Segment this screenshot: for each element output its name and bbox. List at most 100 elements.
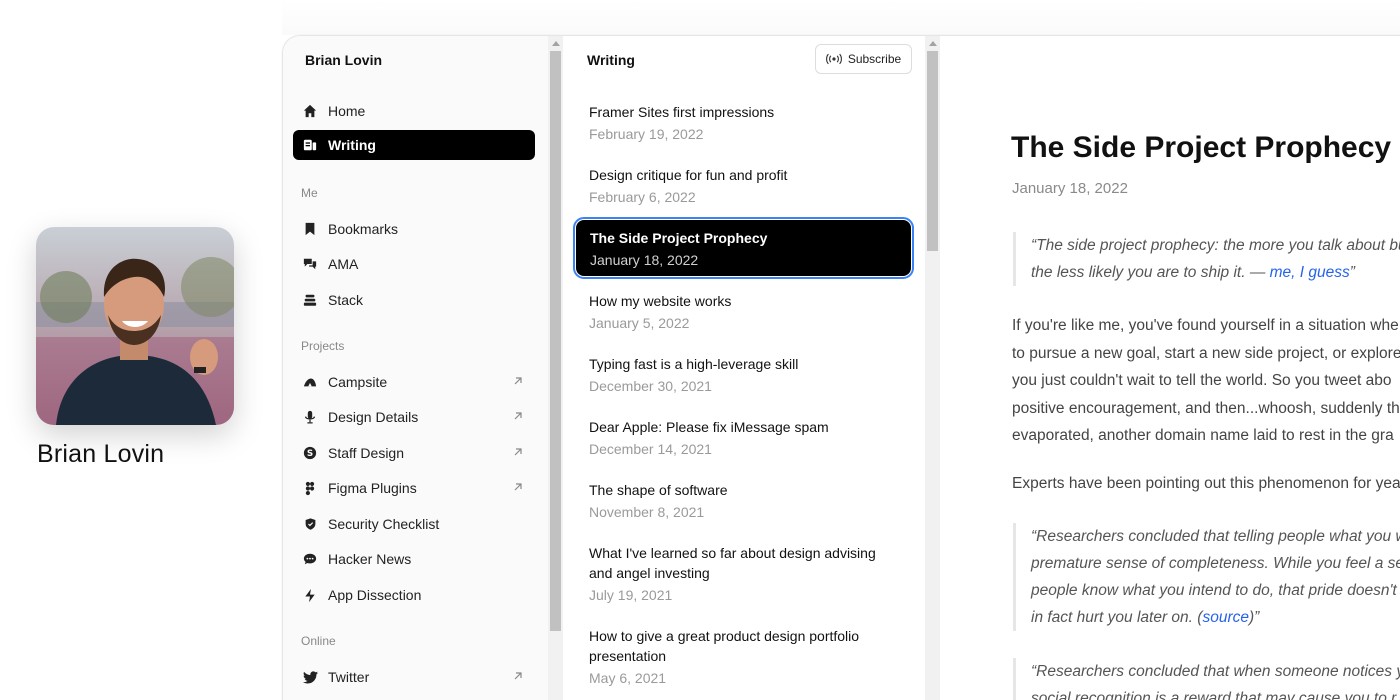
post-date: January 5, 2022 (589, 315, 690, 331)
list-item[interactable]: How my website works January 5, 2022 (575, 283, 912, 339)
list-item[interactable]: Framer Sites first impressions February … (575, 94, 912, 150)
sidebar-title: Brian Lovin (305, 52, 383, 68)
quote-line: social recognition is a reward that may … (1031, 690, 1397, 700)
paragraph: If you're like me, you've found yourself… (1012, 312, 1400, 450)
quote-line: premature sense of completeness. While y… (1031, 555, 1400, 572)
staff-design-icon: S (301, 444, 319, 462)
quote-link[interactable]: me, I guess (1270, 264, 1350, 281)
list-item[interactable]: Typing fast is a high-leverage skill Dec… (575, 346, 912, 402)
chat-bubbles-icon (301, 255, 319, 273)
quote-line: people know what you intend to do, that … (1031, 582, 1397, 599)
writing-list: Writing Subscribe Framer Sites first imp… (563, 36, 925, 700)
post-title: Design critique for fun and profit (589, 167, 788, 183)
sidebar-item-hacker-news[interactable]: Hacker News (293, 544, 535, 574)
scroll-up-arrow-icon[interactable] (551, 41, 560, 46)
post-date: February 6, 2022 (589, 189, 696, 205)
sidebar-item-label: AMA (328, 256, 359, 272)
sidebar-scrollbar-thumb[interactable] (550, 51, 561, 631)
sidebar-section-me: Me (301, 186, 318, 200)
sidebar-item-label: Security Checklist (328, 516, 440, 532)
sidebar-item-label: Design Details (328, 409, 419, 425)
paragraph-line: to pursue a new goal, start a new side p… (1012, 344, 1400, 362)
list-item-active[interactable]: The Side Project Prophecy January 18, 20… (573, 217, 914, 279)
sidebar: Brian Lovin Home Writing Me Bookmarks AM (283, 36, 548, 700)
sidebar-item-staff-design[interactable]: S Staff Design (293, 438, 535, 468)
list-item[interactable]: What I've learned so far about design ad… (575, 535, 912, 611)
sidebar-item-label: Stack (328, 292, 364, 308)
list-item[interactable]: Dear Apple: Please fix iMessage spam Dec… (575, 409, 912, 465)
scroll-up-arrow-icon[interactable] (928, 41, 937, 46)
quote-text: )” (1248, 609, 1260, 626)
paragraph-line: you just couldn't wait to tell the world… (1012, 372, 1392, 389)
article: The Side Project Prophecy January 18, 20… (941, 36, 1400, 700)
external-link-icon (514, 412, 522, 420)
twitter-icon (301, 668, 319, 686)
quote-line: “Researchers concluded that telling peop… (1031, 528, 1400, 545)
external-link-icon (514, 377, 522, 385)
sidebar-item-bookmarks[interactable]: Bookmarks (293, 214, 535, 244)
sidebar-item-figma-plugins[interactable]: Figma Plugins (293, 473, 535, 503)
sidebar-item-security-checklist[interactable]: Security Checklist (293, 509, 535, 539)
blockquote: “The side project prophecy: the more you… (1013, 232, 1400, 286)
bookmark-icon (301, 220, 319, 238)
quote-text: in fact hurt you later on. ( (1031, 609, 1203, 626)
external-link-icon (514, 672, 522, 680)
sidebar-item-stack[interactable]: Stack (293, 285, 535, 315)
svg-text:S: S (307, 449, 313, 459)
post-title: Framer Sites first impressions (589, 104, 775, 120)
quote-line: “Researchers concluded that when someone… (1031, 663, 1400, 680)
post-title: Dear Apple: Please fix iMessage spam (589, 419, 829, 435)
quote-line: in fact hurt you later on. (source)” (1031, 604, 1400, 631)
post-date: February 19, 2022 (589, 126, 704, 142)
post-date: November 8, 2021 (589, 504, 705, 520)
blockquote: “Researchers concluded that when someone… (1013, 658, 1400, 700)
list-item[interactable]: Design critique for fun and profit Febru… (575, 157, 912, 213)
external-link-icon (514, 483, 522, 491)
sidebar-item-campsite[interactable]: Campsite (293, 367, 535, 397)
stack-icon (301, 291, 319, 309)
sidebar-item-home[interactable]: Home (293, 96, 535, 126)
subscribe-button[interactable]: Subscribe (815, 44, 912, 74)
sidebar-item-ama[interactable]: AMA (293, 249, 535, 279)
home-icon (301, 102, 319, 120)
list-item[interactable]: How to give a great product design portf… (575, 618, 912, 694)
blockquote: “Researchers concluded that telling peop… (1013, 523, 1400, 631)
post-date: December 30, 2021 (589, 378, 712, 394)
sidebar-item-label: Hacker News (328, 551, 412, 567)
sidebar-item-twitter[interactable]: Twitter (293, 662, 535, 692)
sidebar-item-label: Bookmarks (328, 221, 399, 237)
broadcast-icon (825, 53, 842, 65)
sidebar-item-label: Campsite (328, 374, 388, 390)
post-date: December 14, 2021 (589, 441, 712, 457)
quote-text: the less likely you are to ship it. — (1031, 264, 1270, 281)
sidebar-scrollbar[interactable] (548, 36, 563, 700)
comment-icon (301, 550, 319, 568)
source-link[interactable]: source (1202, 609, 1249, 626)
quote-line: the less likely you are to ship it. — me… (1031, 259, 1400, 286)
article-title: The Side Project Prophecy (1011, 131, 1392, 164)
campsite-icon (301, 373, 319, 391)
post-date: January 18, 2022 (590, 252, 699, 268)
sidebar-item-label: Writing (328, 137, 376, 153)
sidebar-item-label: Home (328, 103, 366, 119)
sidebar-item-label: Staff Design (328, 445, 405, 461)
sidebar-item-design-details[interactable]: Design Details (293, 402, 535, 432)
profile-name: Brian Lovin (37, 440, 165, 468)
post-title: The Side Project Prophecy (590, 230, 768, 246)
sidebar-item-app-dissection[interactable]: App Dissection (293, 580, 535, 610)
sidebar-section-projects: Projects (301, 339, 345, 353)
quote-text: ” (1349, 264, 1355, 281)
bolt-icon (301, 586, 319, 604)
list-item[interactable]: The shape of software November 8, 2021 (575, 472, 912, 528)
subscribe-label: Subscribe (847, 52, 902, 66)
quote-line: “The side project prophecy: the more you… (1031, 237, 1400, 254)
sidebar-section-online: Online (301, 634, 336, 648)
list-title: Writing (587, 52, 635, 68)
list-scrollbar-thumb[interactable] (927, 51, 938, 251)
sidebar-item-writing[interactable]: Writing (293, 130, 535, 160)
shield-icon (301, 515, 319, 533)
figma-icon (301, 479, 319, 497)
list-scrollbar[interactable] (925, 36, 940, 700)
post-date: July 19, 2021 (589, 587, 673, 603)
article-date: January 18, 2022 (1012, 180, 1128, 197)
